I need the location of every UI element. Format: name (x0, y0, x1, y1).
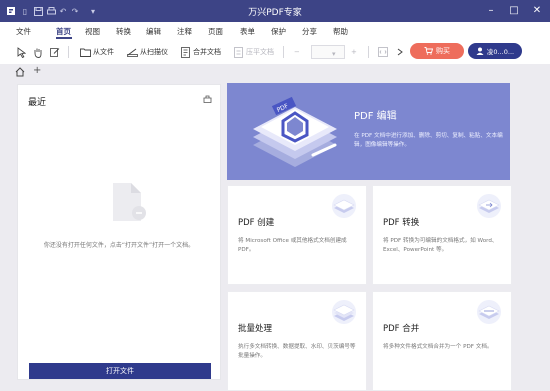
edit-tool-icon[interactable] (50, 45, 60, 59)
app-title: 万兴PDF专家 (248, 8, 302, 18)
open-file-button[interactable]: 打开文件 (29, 363, 211, 379)
scanner-icon (127, 48, 138, 57)
pdf-merge-icon (477, 300, 501, 324)
user-account-button[interactable]: 凌0...0... (468, 43, 522, 59)
merge-docs-button[interactable]: 合并文档 (181, 45, 221, 59)
pdf-create-description: 将 Microsoft Office 或其他格式文档创建成 PDF。 (238, 238, 347, 253)
pdf-convert-title: PDF 转换 (383, 218, 420, 228)
toolbar-divider (368, 46, 369, 58)
title-bar: ▯ ↶ ↷ ▾ 万兴PDF专家 – □ ✕ (0, 0, 550, 22)
zoom-out-button[interactable]: − (294, 45, 300, 59)
pdf-merge-description: 将多种文件格式文档合并为一个 PDF 文档。 (383, 344, 493, 350)
menu-view[interactable]: 视图 (85, 26, 100, 37)
buy-label: 购买 (436, 47, 450, 55)
menu-edit[interactable]: 编辑 (146, 26, 161, 37)
from-scanner-label: 从扫描仪 (140, 48, 168, 56)
empty-recent-message: 你还没有打开任何文件，点击“打开文件”打开一个文档。 (43, 242, 195, 249)
from-file-button[interactable]: 从文件 (80, 45, 114, 59)
user-icon (476, 47, 484, 55)
menu-annotate[interactable]: 注释 (177, 26, 192, 37)
cart-icon (424, 47, 433, 55)
pdf-edit-title: PDF 编辑 (354, 111, 397, 122)
from-scanner-button[interactable]: 从扫描仪 (127, 45, 168, 59)
compress-docs-button[interactable]: 压平文档 (234, 45, 274, 59)
zoom-dropdown-icon[interactable]: ▾ (332, 47, 336, 61)
pdf-merge-title: PDF 合并 (383, 324, 420, 334)
pdf-convert-card[interactable]: PDF 转换 将 PDF 转换为可编辑的文档格式，如 Word、Excel、Po… (372, 185, 512, 285)
add-tab-button[interactable]: + (33, 65, 41, 76)
maximize-button[interactable]: □ (507, 4, 521, 18)
pdf-create-title: PDF 创建 (238, 218, 275, 228)
menu-bar: 文件 首页 视图 转换 编辑 注释 页面 表单 保护 分享 帮助 (0, 22, 550, 41)
active-menu-indicator (56, 37, 72, 39)
batch-process-title: 批量处理 (238, 324, 273, 334)
compress-icon (234, 46, 243, 58)
more-tools-icon[interactable] (397, 45, 403, 59)
pdf-edit-illustration: PDF (243, 93, 353, 175)
folder-icon (80, 48, 91, 57)
menu-help[interactable]: 帮助 (333, 26, 348, 37)
home-icon[interactable] (15, 67, 25, 79)
batch-process-description: 执行多文档转换、数据提取、水印、贝茨编号等批量操作。 (238, 344, 356, 359)
zoom-level-field[interactable] (311, 45, 345, 59)
merge-docs-label: 合并文档 (193, 48, 221, 56)
empty-document-icon (109, 182, 147, 224)
menu-file[interactable]: 文件 (16, 26, 31, 37)
fit-page-icon[interactable] (378, 45, 388, 59)
pdf-edit-description: 在 PDF 文档中进行添加、删除、剪切、复制、粘贴、文本编辑，图像编辑等操作。 (354, 133, 503, 148)
pdf-create-icon (332, 194, 356, 218)
buy-button[interactable]: 购买 (410, 43, 464, 59)
toolbar-divider (283, 46, 284, 58)
minimize-button[interactable]: – (484, 4, 498, 18)
batch-process-card[interactable]: 批量处理 执行多文档转换、数据提取、水印、贝茨编号等批量操作。 (227, 291, 367, 391)
menu-form[interactable]: 表单 (240, 26, 255, 37)
select-tool-icon[interactable] (17, 45, 26, 59)
pdf-convert-description: 将 PDF 转换为可编辑的文档格式，如 Word、Excel、PowerPoin… (383, 238, 498, 253)
merge-icon (181, 46, 190, 58)
pdf-merge-card[interactable]: PDF 合并 将多种文件格式文档合并为一个 PDF 文档。 (372, 291, 512, 391)
user-label: 凌0...0... (486, 48, 515, 56)
tab-strip: + (0, 64, 550, 82)
pdf-convert-icon (477, 194, 501, 218)
clear-recent-icon[interactable] (203, 94, 212, 105)
menu-protect[interactable]: 保护 (271, 26, 286, 37)
hand-tool-icon[interactable] (33, 45, 43, 59)
recent-panel: 最近 你还没有打开任何文件，点击“打开文件”打开一个文档。 打开文件 (17, 84, 221, 380)
pdf-edit-card[interactable]: PDF PDF 编辑 在 PDF 文档中进行添加、删除、剪切、复制、粘贴、文本编… (227, 83, 510, 180)
from-file-label: 从文件 (93, 48, 114, 56)
close-button[interactable]: ✕ (530, 4, 544, 18)
batch-process-icon (332, 300, 356, 324)
menu-home[interactable]: 首页 (56, 26, 71, 37)
recent-title: 最近 (28, 98, 47, 108)
menu-share[interactable]: 分享 (302, 26, 317, 37)
compress-docs-label: 压平文档 (246, 48, 274, 56)
toolbar-divider (68, 46, 69, 58)
pdf-create-card[interactable]: PDF 创建 将 Microsoft Office 或其他格式文档创建成 PDF… (227, 185, 367, 285)
menu-page[interactable]: 页面 (208, 26, 223, 37)
menu-convert[interactable]: 转换 (116, 26, 131, 37)
zoom-in-button[interactable]: + (351, 45, 357, 59)
